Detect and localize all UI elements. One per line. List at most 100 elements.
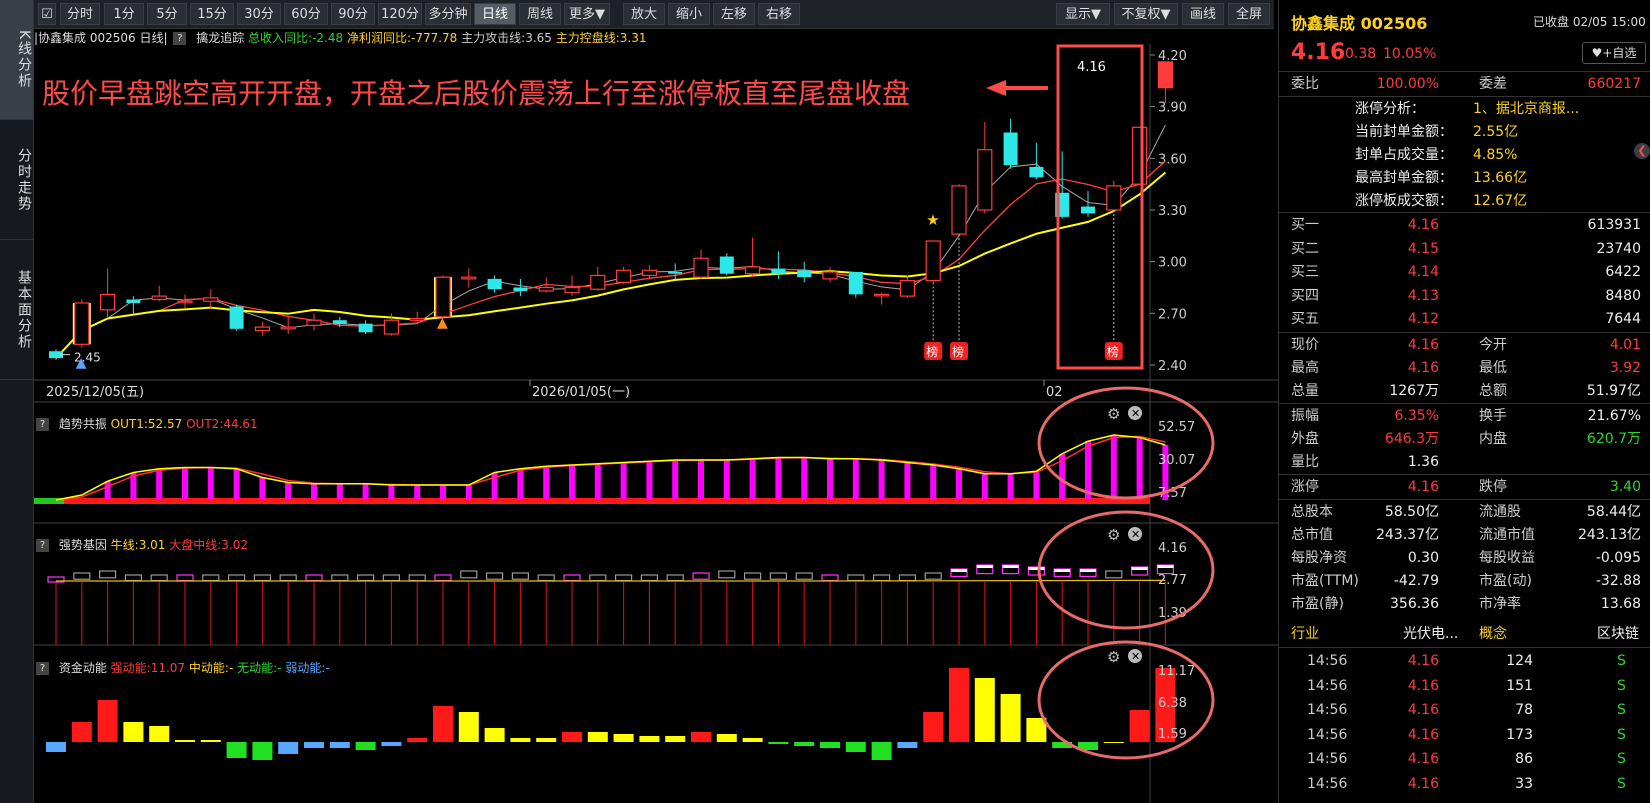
collapse-arrow-icon[interactable]: ❮ — [1634, 143, 1650, 159]
concept-value[interactable]: 区块链 — [1597, 622, 1639, 646]
y-axis-label: 3.30 — [1158, 204, 1187, 219]
limit-info-value: 2.55亿 — [1473, 124, 1519, 140]
tick-price: 4.16 — [1407, 653, 1439, 669]
gene-box — [279, 574, 297, 582]
bid-level: 买三 — [1291, 264, 1319, 280]
candle-body — [306, 319, 322, 326]
mid-line-value: 大盘中线:3.02 — [169, 538, 249, 552]
tab-intraday-trend[interactable]: 分时走势 — [0, 120, 33, 240]
candle-body — [771, 268, 786, 274]
gene-box-top — [1054, 569, 1071, 572]
resonance-bar — [182, 467, 188, 500]
candle-body — [513, 287, 528, 291]
tab-fundamental-analysis[interactable]: 基本面分析 — [0, 240, 33, 380]
limit-info-label: 最高封单金额： — [1355, 170, 1453, 186]
stat-label: 总额 — [1479, 383, 1507, 399]
panel4-name[interactable]: 资金动能 — [59, 661, 107, 675]
momentum-bar — [536, 738, 557, 742]
resonance-bar — [388, 485, 395, 500]
panel3-name[interactable]: 强势基因 — [59, 538, 107, 552]
arrow-icon — [986, 80, 1048, 96]
weicha-label: 委差 — [1479, 76, 1507, 92]
bull-line — [56, 579, 1166, 582]
add-watchlist-button[interactable]: ♥+自选 — [1582, 42, 1646, 64]
stat-label: 总股本 — [1291, 504, 1333, 520]
panel2-axis-label: 30.07 — [1158, 453, 1195, 468]
strong-momentum-value: 强动能:11.07 — [110, 661, 186, 675]
bid-price: 4.15 — [1407, 240, 1439, 257]
close-icon-glyph: ✕ — [1131, 650, 1140, 663]
tab-kline-analysis[interactable]: K线分析 — [0, 0, 33, 120]
momentum-bar — [716, 734, 737, 742]
gene-box — [769, 572, 788, 580]
bid-row: 买三 4.14 6422 — [1279, 260, 1650, 284]
stat-value: 1267万 — [1389, 383, 1439, 399]
out2-value: OUT2:44.61 — [186, 417, 258, 431]
x-axis-label: 2026/01/05(一) — [532, 385, 630, 400]
limit-info-value[interactable]: 1、据北京商报... — [1473, 97, 1579, 121]
candle-body — [203, 297, 219, 302]
momentum-bar — [974, 678, 995, 742]
bid-volume: 23740 — [1596, 240, 1641, 257]
resonance-bar — [1136, 437, 1143, 500]
panel2-name[interactable]: 趋势共振 — [59, 417, 107, 431]
help-icon[interactable]: ? — [36, 662, 49, 675]
candle-body — [590, 274, 606, 290]
signal-flame-icon: ▲ — [437, 315, 448, 331]
stat-label: 外盘 — [1291, 431, 1319, 447]
tick-volume: 173 — [1506, 726, 1533, 743]
momentum-bar — [458, 712, 479, 742]
panel4-axis-label: 6.38 — [1158, 696, 1187, 711]
resonance-bar — [104, 481, 111, 500]
limit-info-row: 涨停分析： 1、据北京商报... — [1279, 97, 1650, 121]
concept-label: 概念 — [1479, 626, 1507, 642]
stat-label: 市盈(TTM) — [1291, 573, 1359, 589]
price-change-pct: 10.05% — [1383, 46, 1437, 62]
candle-body — [977, 149, 993, 211]
industry-value[interactable]: 光伏电... — [1403, 622, 1458, 646]
tick-price: 4.16 — [1407, 726, 1439, 743]
resonance-bar — [723, 460, 730, 500]
momentum-bar — [742, 738, 763, 742]
resonance-bar — [285, 482, 292, 500]
stat-value: 0.30 — [1407, 550, 1439, 566]
candle-body — [797, 270, 812, 278]
gene-box — [253, 574, 271, 582]
candle-body — [538, 286, 554, 292]
resonance-bar — [1033, 471, 1040, 500]
stat-label: 跌停 — [1479, 479, 1507, 495]
resonance-bar — [827, 458, 833, 500]
panel4-info: ? 资金动能 强动能:11.07 中动能:- 无动能:- 弱动能:- — [34, 657, 330, 679]
bid-row: 买五 4.12 7644 — [1279, 307, 1650, 331]
price-change: 0.38 — [1345, 46, 1377, 62]
resonance-bar — [698, 460, 704, 500]
gene-box — [305, 574, 323, 582]
momentum-bar — [149, 726, 170, 742]
left-tab-bar: K线分析 分时走势 基本面分析 — [0, 0, 34, 803]
momentum-bar — [226, 742, 247, 758]
resonance-bar — [465, 485, 472, 500]
gene-box — [537, 574, 555, 582]
stat-value: 58.50亿 — [1384, 504, 1439, 520]
order-ratio-row: 委比 100.00% 委差 660217 — [1279, 72, 1650, 96]
momentum-bar — [407, 738, 428, 742]
heart-icon: ♥ — [1591, 46, 1603, 60]
stat-row: 外盘 646.3万 内盘 620.7万 — [1279, 427, 1650, 451]
bid-price: 4.12 — [1407, 311, 1439, 327]
momentum-bar — [304, 742, 324, 748]
tick-row: 14:56 4.16 86 S — [1279, 747, 1650, 771]
resonance-bar — [878, 460, 885, 500]
momentum-bar — [1103, 742, 1124, 743]
gene-box — [511, 572, 529, 580]
x-axis-label: 2025/12/05(五) — [46, 385, 144, 400]
y-axis-label: 2.70 — [1158, 307, 1187, 322]
help-icon[interactable]: ? — [36, 418, 49, 431]
candle-body — [151, 295, 167, 301]
momentum-bar — [1026, 718, 1047, 742]
resonance-bar — [749, 458, 756, 500]
stat-row: 最高 4.16 最低 3.92 — [1279, 356, 1650, 380]
help-icon[interactable]: ? — [36, 539, 49, 552]
candle-body — [925, 240, 941, 282]
chart-area[interactable]: 4.203.903.603.303.002.702.402025/12/05(五… — [34, 0, 1278, 803]
stat-value: 620.7万 — [1586, 431, 1641, 447]
